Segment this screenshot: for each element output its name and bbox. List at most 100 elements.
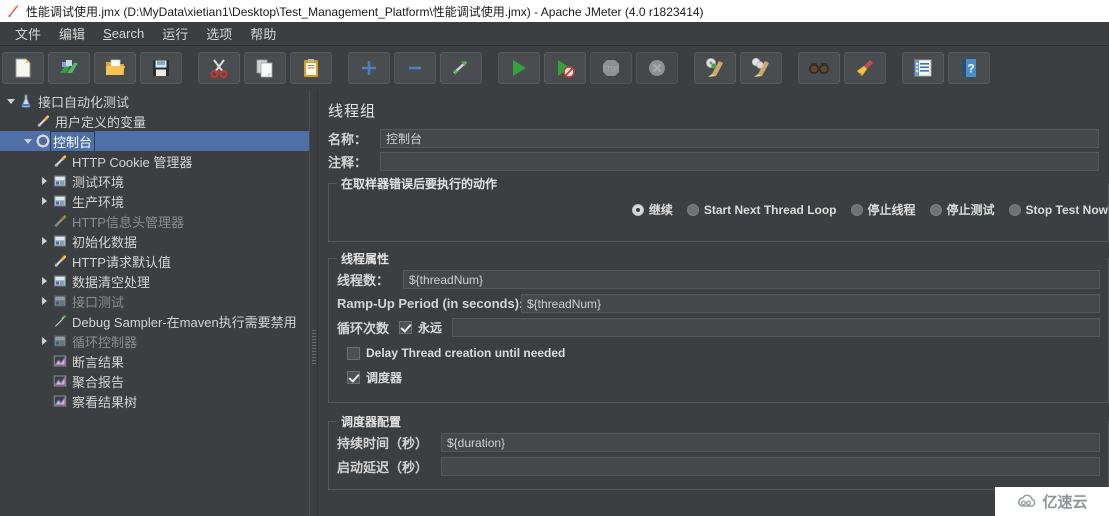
- tree-node[interactable]: 初始化数据: [0, 231, 309, 251]
- tree-twisty-empty: [38, 151, 51, 171]
- menu-edit[interactable]: 编辑: [50, 22, 94, 45]
- search-icon[interactable]: [798, 52, 840, 84]
- tree-node-label: 数据清空处理: [72, 274, 151, 290]
- radio-dot[interactable]: [850, 203, 863, 216]
- tree-node-label: 察看结果树: [72, 394, 138, 410]
- chevron-right-icon[interactable]: [38, 331, 51, 351]
- toolbar-separator-1: [184, 52, 196, 84]
- collapse-all-icon[interactable]: [394, 52, 436, 84]
- chevron-right-icon[interactable]: [38, 271, 51, 291]
- tree-node-label: HTTP请求默认值: [72, 254, 171, 270]
- error-action-radio[interactable]: Stop Test Now: [1008, 203, 1108, 217]
- start-no-pauses-icon[interactable]: [544, 52, 586, 84]
- tree-node[interactable]: 断言结果: [0, 351, 309, 371]
- templates-icon[interactable]: [48, 52, 90, 84]
- tree-twisty-empty: [21, 111, 34, 131]
- comment-input[interactable]: [380, 152, 1099, 171]
- tree-node[interactable]: HTTP Cookie 管理器: [0, 151, 309, 171]
- tree-node[interactable]: HTTP请求默认值: [0, 251, 309, 271]
- chevron-right-icon[interactable]: [38, 171, 51, 191]
- startup-delay-row: 启动延迟（秒）: [329, 457, 1108, 476]
- cut-icon[interactable]: [198, 52, 240, 84]
- num-threads-label: 线程数：: [337, 273, 390, 288]
- scheduler-checkbox[interactable]: [347, 371, 360, 384]
- split-divider-grip[interactable]: [312, 330, 316, 366]
- tree-node[interactable]: 用户定义的变量: [0, 111, 309, 131]
- test-plan-tree[interactable]: 接口自动化测试 用户定义的变量 控制台 HTTP Cookie 管理器 测试环境 生产环境…: [0, 90, 309, 411]
- function-helper-icon[interactable]: [902, 52, 944, 84]
- tree-node[interactable]: HTTP信息头管理器: [0, 211, 309, 231]
- tree-node-label: HTTP信息头管理器: [72, 214, 184, 230]
- error-action-radio-label: 继续: [648, 203, 673, 217]
- radio-dot[interactable]: [1008, 203, 1021, 216]
- split-divider[interactable]: [309, 90, 318, 516]
- expand-all-icon[interactable]: [348, 52, 390, 84]
- reset-search-icon[interactable]: [844, 52, 886, 84]
- name-input[interactable]: 控制台: [380, 129, 1099, 148]
- menu-file[interactable]: 文件: [6, 22, 50, 45]
- tree-node[interactable]: Debug Sampler-在maven执行需要禁用: [0, 311, 309, 331]
- num-threads-row: 线程数： ${threadNum}: [329, 270, 1108, 289]
- controller-icon: [51, 191, 69, 211]
- tree-node[interactable]: 察看结果树: [0, 391, 309, 411]
- chevron-down-icon[interactable]: [4, 91, 17, 111]
- chevron-right-icon[interactable]: [38, 231, 51, 251]
- tree-node-label: HTTP Cookie 管理器: [72, 154, 193, 170]
- delay-thread-creation-checkbox[interactable]: [347, 346, 360, 360]
- forever-checkbox[interactable]: [399, 321, 412, 334]
- toolbar-separator-4: [680, 52, 692, 84]
- save-icon[interactable]: [140, 52, 182, 84]
- clear-icon[interactable]: [694, 52, 736, 84]
- radio-dot[interactable]: [686, 203, 699, 216]
- duration-input[interactable]: ${duration}: [441, 433, 1100, 452]
- loop-count-input[interactable]: [452, 318, 1100, 337]
- tree-node[interactable]: 循环控制器: [0, 331, 309, 351]
- ramp-up-row: Ramp-Up Period (in seconds): ${threadNum…: [329, 294, 1108, 313]
- toggle-icon[interactable]: [440, 52, 482, 84]
- menu-options[interactable]: 选项: [197, 22, 241, 45]
- radio-dot[interactable]: [929, 203, 942, 216]
- chevron-right-icon[interactable]: [38, 291, 51, 311]
- tree-twisty-empty: [38, 391, 51, 411]
- error-action-radio[interactable]: 继续: [631, 201, 673, 218]
- paste-icon[interactable]: [290, 52, 332, 84]
- comment-label: 注释：: [328, 155, 368, 170]
- startup-delay-input[interactable]: [441, 457, 1100, 476]
- error-action-radio-group[interactable]: 继续 Start Next Thread Loop 停止线程 停止测试 Stop Tes…: [329, 195, 1108, 226]
- tree-node[interactable]: 接口测试: [0, 291, 309, 311]
- start-icon[interactable]: [498, 52, 540, 84]
- listener-icon: [51, 351, 69, 371]
- menu-help[interactable]: 帮助: [241, 22, 285, 45]
- chevron-right-icon[interactable]: [38, 191, 51, 211]
- page-title: 线程组: [328, 103, 377, 120]
- new-icon[interactable]: [2, 52, 44, 84]
- help-icon[interactable]: ?: [948, 52, 990, 84]
- num-threads-input[interactable]: ${threadNum}: [403, 270, 1100, 289]
- error-action-radio[interactable]: 停止线程: [850, 201, 916, 218]
- tree-node-label: 接口测试: [72, 294, 125, 310]
- chevron-down-icon[interactable]: [21, 131, 34, 151]
- error-action-radio[interactable]: Start Next Thread Loop: [686, 202, 837, 217]
- radio-dot[interactable]: [631, 203, 644, 216]
- tree-node[interactable]: 控制台: [0, 130, 309, 152]
- menu-search[interactable]: Search: [94, 24, 153, 43]
- clear-all-icon[interactable]: [740, 52, 782, 84]
- error-action-radio-label: Start Next Thread Loop: [703, 202, 837, 217]
- test-plan-tree-panel[interactable]: 接口自动化测试 用户定义的变量 控制台 HTTP Cookie 管理器 测试环境 生产环境…: [0, 90, 310, 516]
- cloud-icon: [1018, 493, 1036, 507]
- error-action-radio[interactable]: 停止测试: [929, 201, 995, 218]
- tree-node[interactable]: 生产环境: [0, 191, 309, 211]
- tree-node[interactable]: 测试环境: [0, 171, 309, 191]
- tree-node[interactable]: 数据清空处理: [0, 271, 309, 291]
- tree-node[interactable]: 接口自动化测试: [0, 91, 309, 111]
- controller-icon: [51, 271, 69, 291]
- thread-group-editor: 线程组 名称： 控制台 注释： 在取样器错误后要执行的动作 继续 Start Ne…: [318, 90, 1109, 516]
- ramp-up-label: Ramp-Up Period (in seconds):: [337, 296, 524, 311]
- tree-node[interactable]: 聚合报告: [0, 371, 309, 391]
- copy-icon[interactable]: [244, 52, 286, 84]
- ramp-up-input[interactable]: ${threadNum}: [521, 294, 1100, 313]
- controller-icon: [51, 231, 69, 251]
- menu-run[interactable]: 运行: [153, 22, 197, 45]
- open-icon[interactable]: [94, 52, 136, 84]
- controller-icon: [51, 171, 69, 191]
